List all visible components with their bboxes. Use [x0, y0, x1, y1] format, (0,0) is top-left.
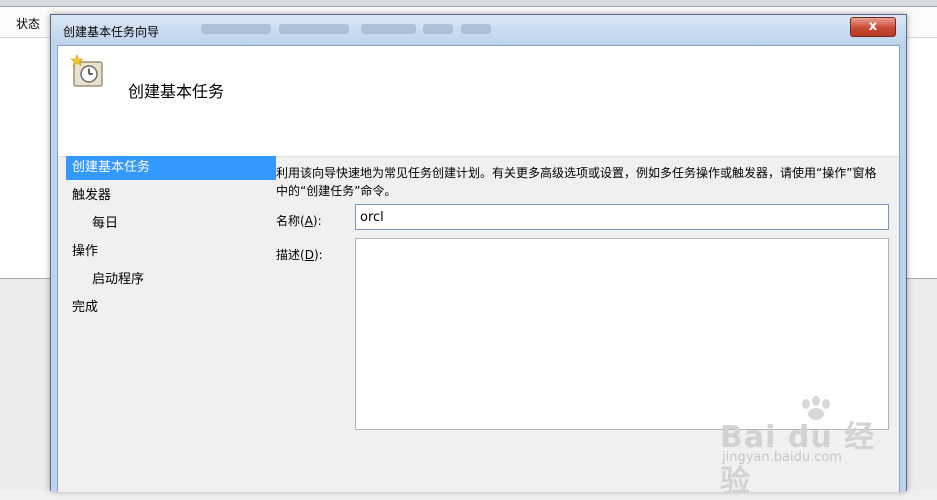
dialog-title: 创建基本任务向导 — [63, 25, 160, 39]
step-create-basic-task[interactable]: 创建基本任务 — [66, 156, 276, 180]
description-label-accelerator: D — [304, 248, 314, 262]
step-finish[interactable]: 完成 — [66, 296, 276, 320]
host-window-top-border — [0, 0, 937, 7]
wizard-description: 利用该向导快速地为常见任务创建计划。有关更多高级选项或设置，例如多任务操作或触发… — [276, 166, 877, 198]
close-icon: x — [868, 19, 878, 34]
description-label-prefix: 描述( — [276, 248, 305, 262]
titlebar-blur — [361, 24, 416, 34]
name-label-prefix: 名称( — [276, 214, 305, 228]
step-daily[interactable]: 每日 — [66, 212, 276, 236]
name-label: 名称(A): — [276, 212, 322, 229]
task-clock-icon — [70, 54, 103, 87]
page-title: 创建基本任务 — [128, 82, 225, 101]
status-column-header[interactable]: 状态 — [16, 15, 40, 32]
description-label-suffix: ): — [313, 248, 323, 262]
step-action[interactable]: 操作 — [66, 240, 276, 264]
watermark-url: jingyan.baidu.com — [722, 450, 842, 465]
name-label-accelerator: A — [304, 214, 313, 228]
step-trigger[interactable]: 触发器 — [66, 184, 276, 208]
baidu-jingyan-watermark: Bai du 经验 jingyan.baidu.com — [720, 396, 900, 499]
titlebar-blur — [201, 24, 271, 34]
wizard-header: 创建基本任务 — [58, 46, 899, 156]
titlebar-blur — [461, 24, 491, 34]
dialog-titlebar[interactable]: 创建基本任务向导 x — [51, 15, 906, 45]
titlebar-blur — [279, 24, 349, 34]
description-label: 描述(D): — [276, 246, 323, 263]
name-label-suffix: ): — [312, 214, 322, 228]
close-button[interactable]: x — [850, 17, 896, 37]
name-input[interactable] — [355, 204, 889, 230]
step-start-program[interactable]: 启动程序 — [66, 268, 276, 292]
titlebar-blur — [423, 24, 453, 34]
